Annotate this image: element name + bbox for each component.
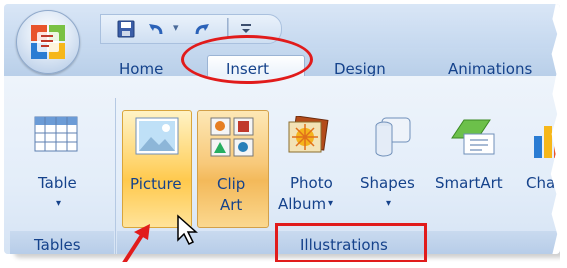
office-button[interactable] (16, 10, 80, 74)
clip-art-button[interactable]: Clip Art (197, 110, 269, 228)
chart-label: Cha (526, 174, 556, 192)
picture-button[interactable]: Picture (122, 110, 192, 228)
office-logo-icon (31, 25, 65, 59)
table-button[interactable]: Table ▾ (22, 110, 102, 226)
save-icon[interactable] (117, 20, 135, 38)
clip-art-icon (210, 117, 254, 157)
table-icon (34, 116, 78, 152)
picture-label: Picture (130, 175, 182, 193)
photo-album-label-line1: Photo (290, 174, 333, 192)
shapes-dropdown-icon: ▾ (386, 198, 392, 209)
photo-album-label-line2: Album (278, 195, 327, 213)
red-arrow-icon (122, 224, 150, 262)
photo-album-button[interactable]: Photo Album ▾ (272, 110, 346, 226)
illustrations-highlight-box (275, 223, 427, 262)
smartart-label: SmartArt (435, 174, 503, 192)
group-separator (115, 98, 116, 254)
smartart-icon (451, 119, 495, 155)
photo-album-icon (288, 116, 329, 153)
redo-icon[interactable] (193, 20, 211, 38)
photo-album-dropdown-icon: ▾ (328, 198, 334, 209)
table-label: Table (38, 174, 77, 192)
mouse-pointer-icon (177, 214, 198, 246)
shapes-button[interactable]: Shapes ▾ (356, 110, 428, 226)
clip-art-label-line2: Art (220, 196, 243, 214)
undo-dropdown-icon[interactable]: ▾ (173, 21, 179, 34)
shapes-label: Shapes (360, 174, 415, 192)
smartart-button[interactable]: SmartArt (432, 110, 516, 226)
screenshot: ▾ │ Home Insert Design Animations Tables… (0, 0, 560, 262)
picture-icon (135, 117, 179, 155)
toolbar-separator: │ (223, 18, 233, 37)
shapes-icon (375, 117, 411, 157)
insert-tab-highlight-circle (181, 35, 313, 84)
tables-group-label: Tables (34, 236, 81, 254)
table-dropdown-icon: ▾ (56, 198, 62, 209)
undo-icon[interactable] (147, 20, 165, 38)
clip-art-label-line1: Clip (217, 175, 246, 193)
